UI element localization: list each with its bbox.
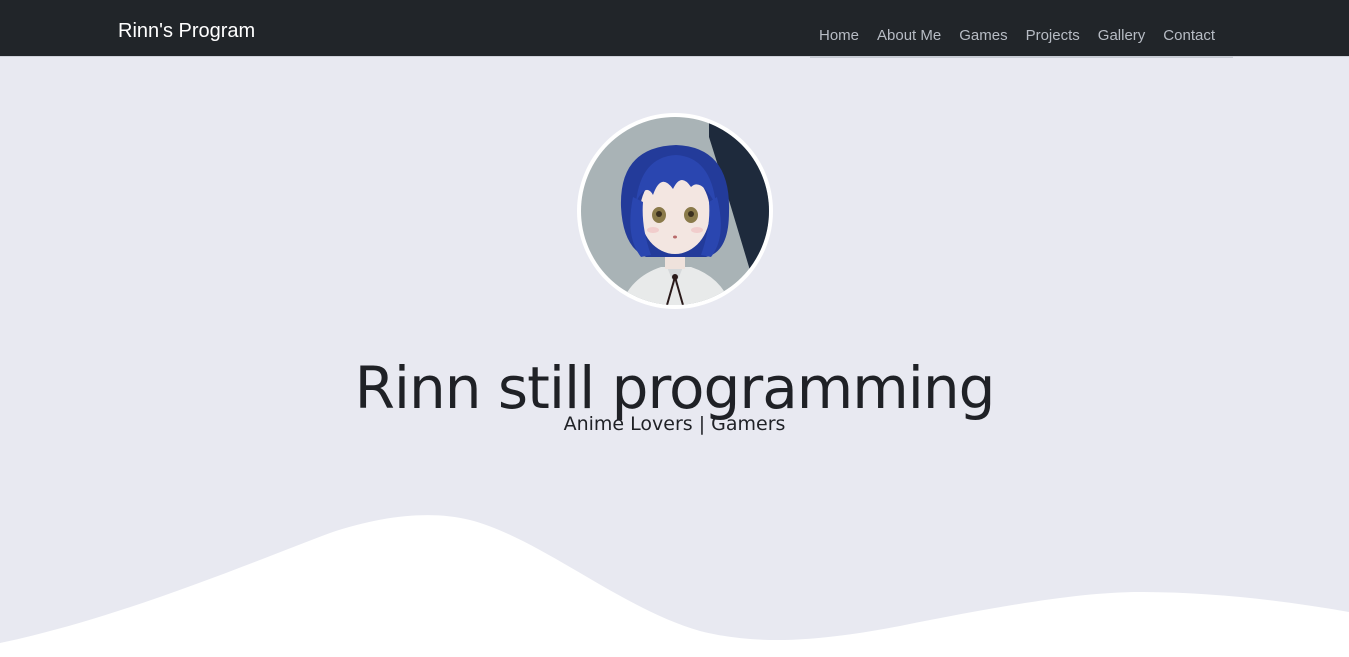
hero-section: Rinn still programming Anime Lovers | Ga… bbox=[0, 58, 1349, 657]
profile-avatar bbox=[577, 113, 773, 309]
profile-avatar-icon bbox=[581, 117, 769, 305]
wave-divider bbox=[0, 515, 1349, 657]
hero-subtitle: Anime Lovers | Gamers bbox=[563, 413, 786, 435]
brand-logo[interactable]: Rinn's Program bbox=[118, 18, 255, 44]
nav-about-me[interactable]: About Me bbox=[877, 26, 941, 46]
nav-gallery[interactable]: Gallery bbox=[1098, 26, 1146, 46]
nav-projects[interactable]: Projects bbox=[1026, 26, 1080, 46]
navbar: Rinn's Program Home About Me Games Proje… bbox=[0, 0, 1349, 58]
nav-contact[interactable]: Contact bbox=[1163, 26, 1215, 46]
main-nav: Home About Me Games Projects Gallery Con… bbox=[810, 0, 1233, 58]
nav-games[interactable]: Games bbox=[959, 26, 1007, 46]
nav-home[interactable]: Home bbox=[819, 26, 859, 46]
